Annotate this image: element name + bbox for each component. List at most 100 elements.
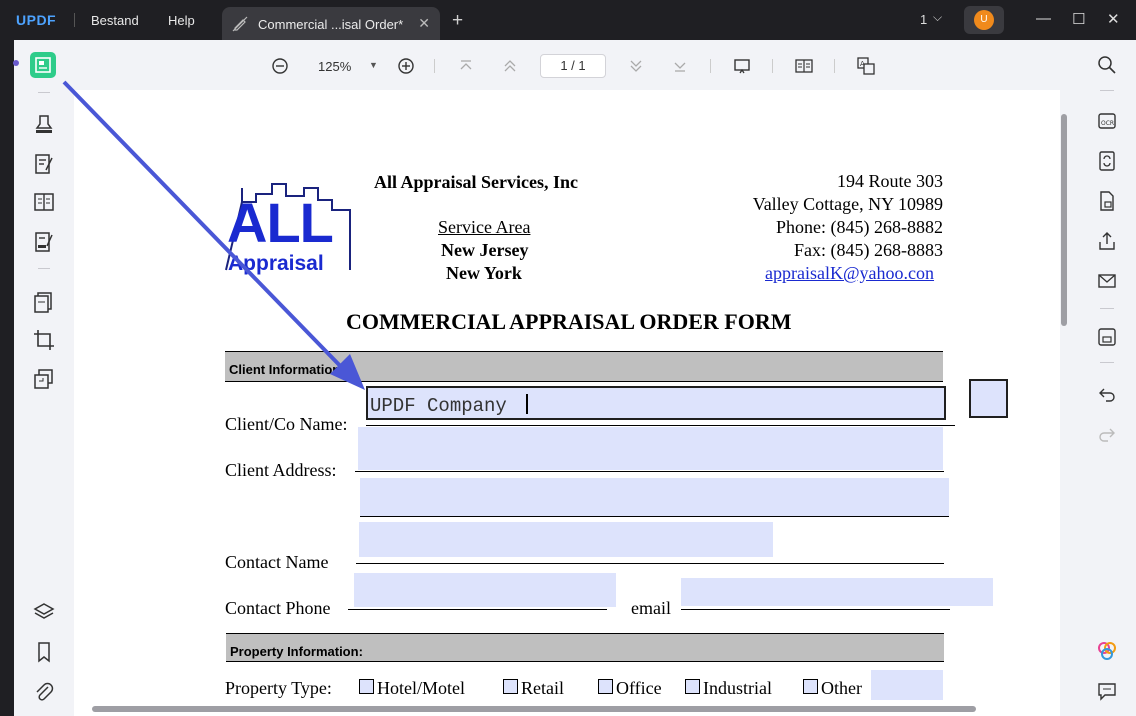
comment-icon[interactable]	[1096, 680, 1118, 702]
client-name-label: Client/Co Name:	[225, 414, 348, 434]
other-checkbox[interactable]	[803, 679, 818, 694]
page-layout-icon[interactable]	[794, 56, 814, 76]
client-address-field-1[interactable]	[358, 427, 943, 470]
attachment-icon[interactable]	[32, 680, 56, 704]
last-page-icon[interactable]	[670, 56, 690, 76]
zoom-dropdown-icon[interactable]: ▼	[369, 60, 378, 70]
hotel-motel-checkbox[interactable]	[359, 679, 374, 694]
first-page-icon[interactable]	[456, 56, 476, 76]
email-field[interactable]	[681, 578, 993, 606]
organize-pages-icon[interactable]	[32, 290, 56, 314]
menu-bestand[interactable]: Bestand	[91, 13, 139, 28]
title-separator	[74, 13, 75, 27]
svg-text:OCR: OCR	[1101, 120, 1114, 127]
active-indicator	[13, 60, 19, 66]
phone-number: Phone: (845) 268-8882	[776, 217, 943, 237]
presentation-icon[interactable]	[732, 56, 752, 76]
previous-page-icon[interactable]	[500, 56, 520, 76]
client-name-field[interactable]: UPDF Company	[366, 386, 946, 420]
tab-title: Commercial ...isal Order*	[258, 17, 404, 32]
retail-checkbox[interactable]	[503, 679, 518, 694]
form-title: COMMERCIAL APPRAISAL ORDER FORM	[346, 309, 792, 334]
zoom-out-icon[interactable]	[270, 56, 290, 76]
client-name-underline	[366, 425, 955, 426]
zoom-level[interactable]: 125%	[318, 59, 351, 74]
menu-help[interactable]: Help	[168, 13, 195, 28]
crop-icon[interactable]	[32, 328, 56, 352]
horizontal-scrollbar[interactable]	[92, 706, 976, 712]
service-area-label: Service Area	[438, 217, 531, 237]
main-panel: 125% ▼ 1 / 1 A OCR ALL Appraisal All App…	[13, 40, 1136, 716]
updf-logo: UPDF	[16, 12, 56, 28]
client-section-header: Client Information:	[225, 351, 943, 382]
share-icon[interactable]	[1096, 230, 1118, 252]
separator	[772, 59, 773, 73]
other-type-field[interactable]	[871, 670, 943, 700]
document-viewer[interactable]: ALL Appraisal All Appraisal Services, In…	[72, 90, 1080, 716]
chevron-down-icon[interactable]: ⌵	[933, 10, 942, 25]
window-count[interactable]: 1	[920, 12, 927, 27]
email-underline	[681, 609, 950, 610]
new-tab-button[interactable]: +	[452, 10, 463, 32]
layers-icon[interactable]	[32, 600, 56, 624]
logo-text-all: ALL	[227, 191, 334, 254]
selected-checkbox-field[interactable]	[969, 379, 1008, 418]
ai-assistant-icon[interactable]	[1096, 640, 1118, 662]
undo-icon[interactable]	[1096, 383, 1118, 405]
reader-icon[interactable]	[32, 190, 56, 214]
maximize-button[interactable]: ☐	[1072, 10, 1085, 28]
page-number-input[interactable]: 1 / 1	[540, 54, 606, 78]
form-icon	[35, 57, 51, 73]
contact-phone-label: Contact Phone	[225, 598, 331, 618]
view-toolbar: 125% ▼ 1 / 1 A	[72, 40, 1080, 90]
contact-phone-underline	[348, 609, 607, 610]
prepare-form-button[interactable]	[30, 52, 56, 78]
zoom-in-icon[interactable]	[396, 56, 416, 76]
next-page-icon[interactable]	[626, 56, 646, 76]
industrial-checkbox[interactable]	[685, 679, 700, 694]
office-checkbox[interactable]	[598, 679, 613, 694]
close-window-button[interactable]: ✕	[1107, 10, 1120, 28]
fill-sign-icon[interactable]	[32, 230, 56, 254]
save-icon[interactable]	[1096, 326, 1118, 348]
close-tab-icon[interactable]: ✕	[418, 15, 430, 32]
email-icon[interactable]	[1096, 270, 1118, 292]
redo-icon[interactable]	[1096, 423, 1118, 445]
translate-icon[interactable]: A	[856, 56, 876, 76]
address-underline-2	[360, 516, 949, 517]
client-address-label: Client Address:	[225, 460, 337, 480]
left-toolbar	[13, 40, 72, 716]
contact-name-field[interactable]	[359, 522, 773, 557]
protect-icon[interactable]	[1096, 190, 1118, 212]
office-label: Office	[616, 678, 662, 698]
area-new-jersey: New Jersey	[441, 240, 529, 260]
right-toolbar: OCR	[1080, 40, 1136, 716]
separator	[710, 59, 711, 73]
property-type-label: Property Type:	[225, 678, 332, 698]
convert-pdf-icon[interactable]	[1096, 150, 1118, 172]
client-address-field-2[interactable]	[360, 478, 949, 516]
separator	[38, 92, 50, 93]
convert-icon[interactable]	[32, 367, 56, 391]
account-button[interactable]: U	[964, 6, 1004, 34]
document-tab[interactable]: Commercial ...isal Order* ✕	[222, 7, 440, 40]
ocr-icon[interactable]: OCR	[1096, 110, 1118, 132]
fax-number: Fax: (845) 268-8883	[794, 240, 943, 260]
separator	[834, 59, 835, 73]
minimize-button[interactable]: —	[1036, 10, 1051, 27]
separator	[1100, 308, 1114, 309]
edit-text-icon[interactable]	[32, 152, 56, 176]
vertical-scrollbar[interactable]	[1061, 114, 1067, 326]
email-label: email	[631, 598, 671, 618]
search-icon[interactable]	[1096, 54, 1118, 76]
highlighter-icon[interactable]	[32, 112, 56, 136]
bookmark-icon[interactable]	[32, 640, 56, 664]
separator	[38, 268, 50, 269]
edit-off-icon	[232, 16, 248, 32]
pdf-page: ALL Appraisal All Appraisal Services, In…	[74, 90, 1060, 716]
title-bar: UPDF Bestand Help Commercial ...isal Ord…	[0, 0, 1136, 40]
area-new-york: New York	[446, 263, 522, 283]
email-link[interactable]: appraisalK@yahoo.con	[765, 263, 934, 284]
contact-phone-field[interactable]	[354, 573, 616, 607]
address-line-2: Valley Cottage, NY 10989	[752, 194, 943, 214]
